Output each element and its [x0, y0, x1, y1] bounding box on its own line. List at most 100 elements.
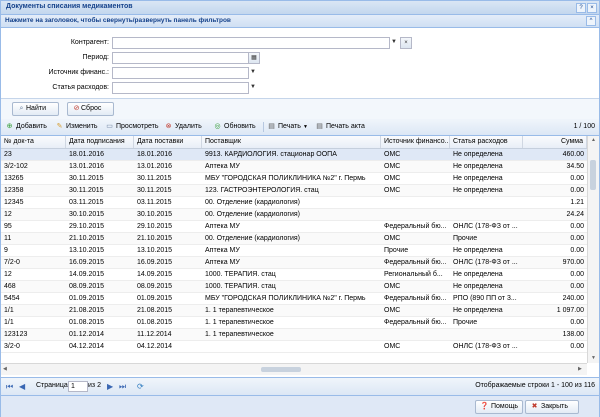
table-cell: 0.00: [570, 175, 584, 182]
table-cell: 24.24: [566, 211, 584, 218]
close-icon[interactable]: ×: [587, 3, 597, 13]
table-row[interactable]: 12 14.09.2015 14.09.2015 1000. ТЕРАПИЯ. ста…: [1, 269, 587, 281]
filter-row-contractor: Контрагент: ▼ ×: [1, 37, 421, 49]
column-header[interactable]: Дата подписания: [66, 136, 134, 148]
table-cell: 12358: [4, 187, 24, 194]
table-row[interactable]: 12358 30.11.2015 30.11.2015 123. ГАСТРОЭНТЕ…: [1, 185, 587, 197]
column-header[interactable]: Поставщик: [202, 136, 381, 148]
close-icon: ✖: [531, 403, 538, 410]
table-cell: 12: [4, 211, 12, 218]
view-button[interactable]: ▭ Просмотреть: [105, 122, 158, 132]
table-cell: ОМС: [384, 307, 401, 314]
expense-item-field[interactable]: [112, 82, 249, 94]
scroll-thumb[interactable]: [590, 160, 596, 190]
table-cell: 14.09.2015: [69, 271, 105, 278]
cancel-icon: ⊘: [73, 105, 80, 112]
scroll-thumb[interactable]: [261, 367, 301, 372]
table-row[interactable]: 9 13.10.2015 13.10.2015 Аптека МУ Прочие Не о…: [1, 245, 587, 257]
table-cell: 0.00: [570, 247, 584, 254]
filter-panel-header[interactable]: Нажмите на заголовок, чтобы свернуть/раз…: [1, 15, 599, 28]
table-cell: [450, 209, 523, 220]
finance-source-field[interactable]: [112, 67, 249, 79]
table-cell: Аптека МУ: [205, 259, 240, 266]
add-button[interactable]: ⊕ Добавить: [5, 122, 47, 132]
find-button[interactable]: ⌕ Найти: [12, 102, 59, 116]
table-row[interactable]: 12345 03.11.2015 03.11.2015 00. Отделение (…: [1, 197, 587, 209]
table-row[interactable]: 468 08.09.2015 08.09.2015 1000. ТЕРАПИЯ. ст…: [1, 281, 587, 293]
table-row[interactable]: 5454 01.09.2015 01.09.2015 МБУ "ГОРОДСКАЯ П…: [1, 293, 587, 305]
scroll-down-icon[interactable]: ▼: [591, 355, 596, 361]
page-number-input[interactable]: 1: [68, 381, 88, 392]
scroll-left-icon[interactable]: ◀: [3, 366, 7, 372]
table-cell: 12345: [4, 199, 24, 206]
clear-icon[interactable]: ×: [400, 37, 412, 49]
table-cell: 11: [4, 235, 12, 242]
table-cell: 08.09.2015: [69, 283, 105, 290]
vertical-scrollbar[interactable]: ▲ ▼: [587, 136, 599, 363]
contractor-field[interactable]: [112, 37, 390, 49]
table-cell: 18.01.2016: [137, 151, 173, 158]
chevron-down-icon[interactable]: ▼: [389, 37, 399, 47]
table-cell: 12: [4, 271, 12, 278]
delete-icon: ⊗: [165, 123, 172, 130]
table-row[interactable]: 1/1 01.08.2015 01.08.2015 1. 1 терапевтичес…: [1, 317, 587, 329]
chevron-down-icon[interactable]: ▼: [248, 82, 258, 92]
table-row[interactable]: 95 29.10.2015 29.10.2015 Аптека МУ Федеральн…: [1, 221, 587, 233]
help-button[interactable]: ❓ Помощь: [475, 400, 523, 414]
delete-button[interactable]: ⊗ Удалить: [164, 122, 202, 132]
table-cell: 1. 1 терапевтическое: [205, 307, 274, 314]
table-row[interactable]: 7/2-0 16.09.2015 16.09.2015 Аптека МУ Федера…: [1, 257, 587, 269]
page-count: из 2: [88, 382, 101, 389]
table-cell: Прочие: [384, 247, 409, 254]
find-label: Найти: [26, 105, 46, 112]
table-cell: ОМС: [384, 235, 401, 242]
table-row[interactable]: 23 18.01.2016 18.01.2016 9913. КАРДИОЛОГИЯ.…: [1, 149, 587, 161]
table-row[interactable]: 3/2-0 04.12.2014 04.12.2014 ОМС ОНЛС (178-ФЗ…: [1, 341, 587, 353]
table-row[interactable]: 3/2-102 13.01.2016 13.01.2016 Аптека МУ ОМС Н…: [1, 161, 587, 173]
table-cell: Не определена: [453, 187, 503, 194]
table-row[interactable]: 11 21.10.2015 21.10.2015 00. Отделение (кар…: [1, 233, 587, 245]
display-info: Отображаемые строки 1 - 100 из 116: [475, 382, 595, 389]
table-cell: 16.09.2015: [69, 259, 105, 266]
table-cell: Федеральный бю...: [384, 295, 447, 302]
prev-page-icon[interactable]: ◀: [19, 382, 25, 391]
table-cell: 00. Отделение (кардиология): [205, 211, 300, 218]
print-act-button[interactable]: ▤ Печать акта: [315, 122, 365, 132]
scroll-up-icon[interactable]: ▲: [591, 137, 596, 143]
scroll-right-icon[interactable]: ▶: [578, 366, 582, 372]
grid-toolbar: ⊕ Добавить ✎ Изменить ▭ Просмотреть ⊗ Удалит…: [1, 119, 599, 136]
table-cell: Региональный б...: [384, 271, 443, 278]
refresh-icon[interactable]: ⟳: [137, 382, 144, 391]
column-header[interactable]: Статья расходов: [450, 136, 523, 148]
calendar-icon[interactable]: ▦: [248, 52, 260, 64]
column-header[interactable]: Дата поставки: [134, 136, 202, 148]
reset-button[interactable]: ⊘ Сброс: [67, 102, 114, 116]
table-cell: [450, 329, 523, 340]
table-cell: 30.10.2015: [69, 211, 105, 218]
table-cell: 123123: [4, 331, 28, 338]
edit-label: Изменить: [66, 123, 98, 130]
first-page-icon[interactable]: ⏮: [6, 382, 13, 391]
table-row[interactable]: 123123 01.12.2014 11.12.2014 1. 1 терапевти…: [1, 329, 587, 341]
last-page-icon[interactable]: ⏭: [119, 382, 126, 391]
table-row[interactable]: 12 30.10.2015 30.10.2015 00. Отделение (кар…: [1, 209, 587, 221]
help-icon[interactable]: ?: [576, 3, 586, 13]
table-row[interactable]: 13265 30.11.2015 30.11.2015 МБУ "ГОРОДСКАЯ …: [1, 173, 587, 185]
edit-button[interactable]: ✎ Изменить: [55, 122, 98, 132]
column-header[interactable]: Источник финансо...: [381, 136, 450, 148]
period-field[interactable]: [112, 52, 249, 64]
table-cell: Не определена: [453, 271, 503, 278]
chevron-down-icon[interactable]: ▼: [248, 67, 258, 77]
print-button[interactable]: ▤ Печать ▼: [267, 122, 308, 132]
close-button[interactable]: ✖ Закрыть: [525, 400, 579, 414]
refresh-button[interactable]: ◎ Обновить: [213, 122, 255, 132]
table-row[interactable]: 1/1 21.08.2015 21.08.2015 1. 1 терапевтичес…: [1, 305, 587, 317]
table-cell: 30.11.2015: [69, 187, 104, 194]
reset-label: Сброс: [81, 105, 102, 112]
horizontal-scrollbar[interactable]: ◀ ▶: [1, 363, 587, 375]
printer-icon: ▤: [316, 123, 323, 130]
collapse-icon[interactable]: ^: [586, 16, 596, 26]
column-header[interactable]: Сумма: [523, 136, 587, 148]
next-page-icon[interactable]: ▶: [107, 382, 113, 391]
column-header[interactable]: № док-та: [1, 136, 66, 148]
